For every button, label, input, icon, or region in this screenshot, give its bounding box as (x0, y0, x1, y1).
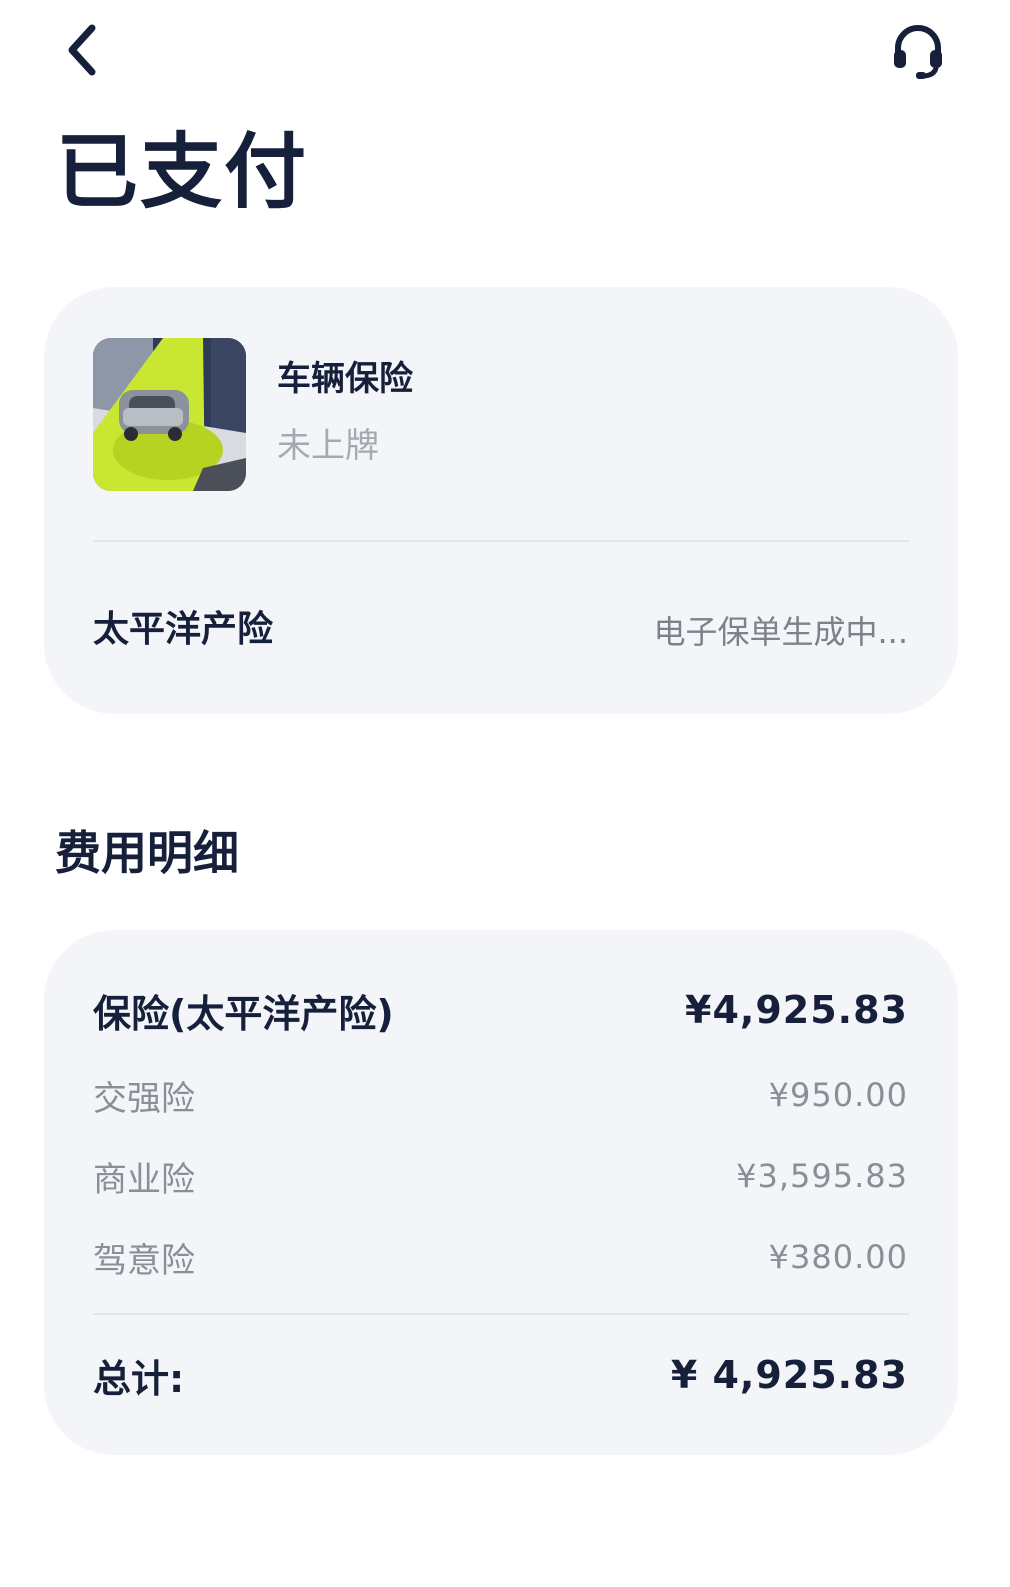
fee-item-amount: ¥380.00 (768, 1238, 908, 1276)
fee-main-amount: ¥4,925.83 (685, 988, 908, 1032)
back-button[interactable] (52, 16, 112, 84)
divider (93, 1313, 909, 1315)
fee-main-label: 保险(太平洋产险) (93, 991, 394, 1036)
fee-row-driver-accident: 驾意险 ¥380.00 (93, 1232, 908, 1282)
divider (93, 540, 909, 542)
fee-item-label: 交强险 (93, 1078, 195, 1119)
page-title: 已支付 (56, 125, 309, 220)
product-name: 车辆保险 (277, 359, 413, 399)
fee-item-label: 商业险 (93, 1159, 195, 1200)
car-thumbnail (93, 338, 246, 491)
fee-row-compulsory: 交强险 ¥950.00 (93, 1070, 908, 1120)
chevron-left-icon (68, 24, 96, 76)
product-card[interactable]: 车辆保险 未上牌 太平洋产险 电子保单生成中... (44, 287, 958, 714)
fee-details-card: 保险(太平洋产险) ¥4,925.83 交强险 ¥950.00 商业险 ¥3,5… (44, 930, 958, 1455)
fee-item-amount: ¥950.00 (768, 1076, 908, 1114)
total-label: 总计: (93, 1356, 185, 1401)
fee-section-title: 费用明细 (55, 826, 239, 880)
insurer-name: 太平洋产险 (93, 609, 274, 650)
plate-status: 未上牌 (277, 426, 379, 466)
customer-service-button[interactable] (884, 16, 952, 84)
fee-item-label: 驾意险 (93, 1240, 195, 1281)
top-bar (0, 0, 1010, 110)
fee-row-commercial: 商业险 ¥3,595.83 (93, 1151, 908, 1201)
fee-item-amount: ¥3,595.83 (736, 1157, 908, 1195)
headset-icon (894, 25, 942, 79)
total-amount: ¥ 4,925.83 (670, 1353, 908, 1397)
fee-row-total: 总计: ¥ 4,925.83 (93, 1346, 908, 1404)
fee-row-insurance: 保险(太平洋产险) ¥4,925.83 (93, 982, 908, 1038)
policy-status: 电子保单生成中... (653, 613, 908, 651)
